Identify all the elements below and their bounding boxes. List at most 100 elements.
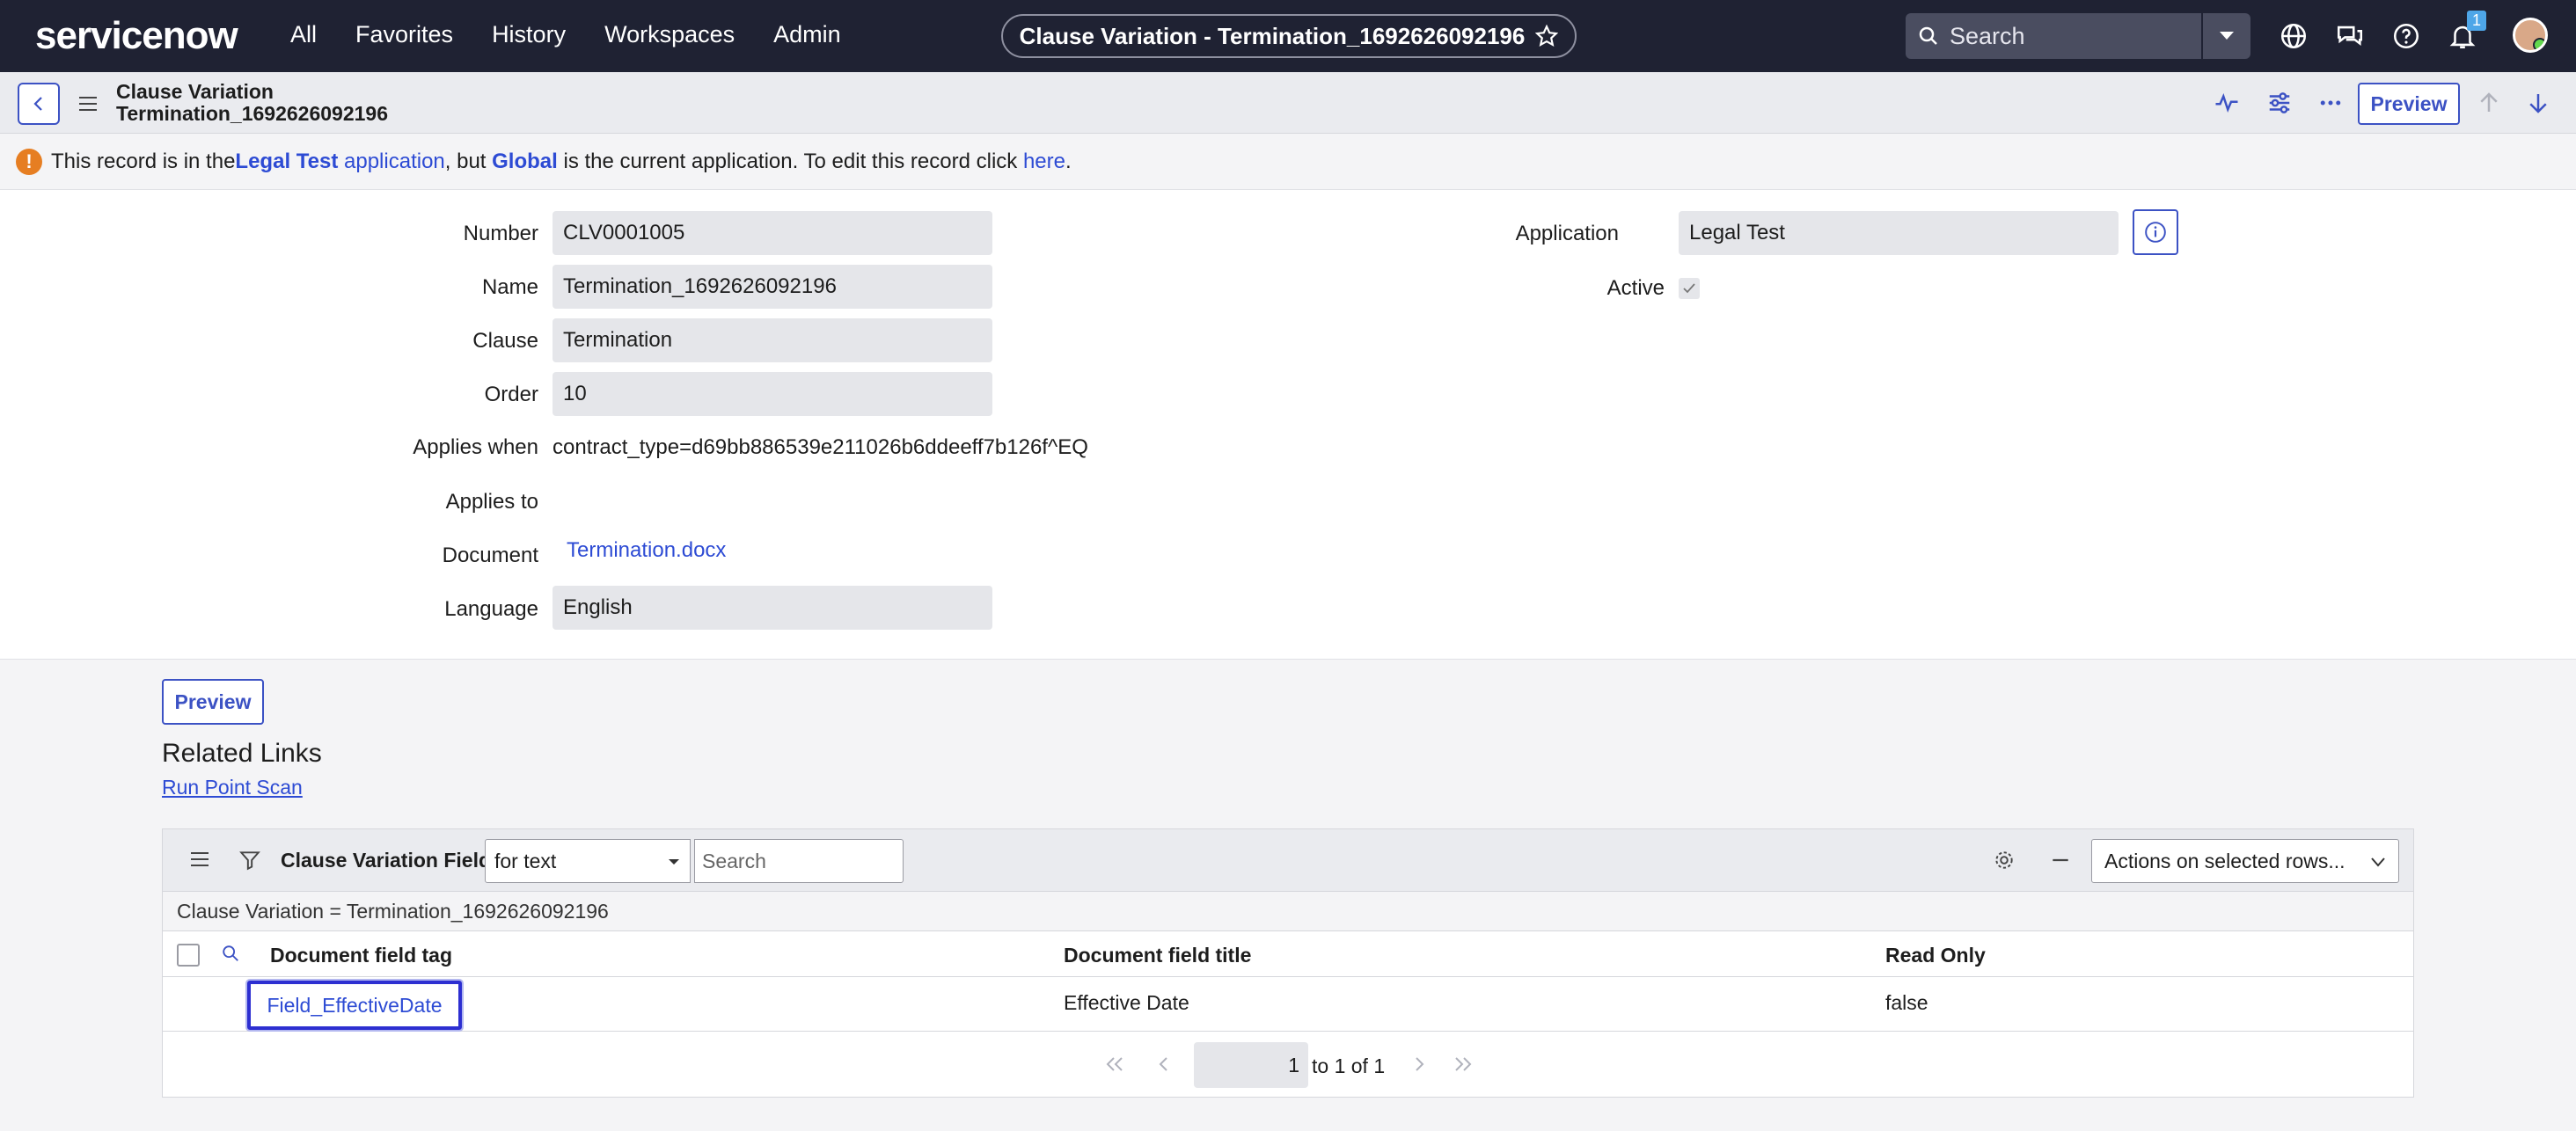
column-read-only[interactable]: Read Only [1885,944,1986,967]
page-number-input[interactable]: 1 [1194,1042,1308,1088]
collapse-icon[interactable] [2049,849,2072,872]
application-field[interactable]: Legal Test [1679,211,2119,255]
clause-field[interactable]: Termination [553,318,992,362]
first-page-icon[interactable] [1104,1054,1125,1074]
last-page-icon[interactable] [1453,1054,1474,1074]
back-button[interactable] [18,83,60,125]
info-icon [2145,222,2166,243]
applies-when-value: contract_type=d69bb886539e211026b6ddeeff… [553,435,1088,459]
column-document-field-title[interactable]: Document field title [1064,944,1251,967]
more-options-icon[interactable] [2317,90,2344,116]
row-tag-text: Field_EffectiveDate [267,993,443,1017]
search-field-value: for text [494,849,557,872]
clause-label: Clause [472,329,538,353]
servicenow-logo[interactable]: servicenow [35,14,238,58]
column-search-icon[interactable] [221,944,240,963]
caret-down-icon [669,859,679,865]
list-column-header: Document field tag Document field title … [163,931,2413,977]
nav-workspaces[interactable]: Workspaces [604,21,735,48]
related-list-clause-variation-fields: Clause Variation Fields for text Search … [162,828,2414,1098]
actions-on-selected-rows-select[interactable]: Actions on selected rows... [2091,839,2399,883]
language-field[interactable]: English [553,586,992,630]
chevron-down-icon [2371,857,2385,867]
banner-text-1: This record is in the [51,149,236,173]
star-icon[interactable] [1535,25,1559,47]
order-label: Order [484,383,538,406]
application-info-button[interactable] [2133,209,2178,255]
gear-icon[interactable] [1993,849,2016,872]
form-header: Clause Variation Termination_16926260921… [0,72,2576,134]
list-pagination: 1 to 1 of 1 [163,1042,2413,1088]
search-placeholder: Search [1950,22,2025,49]
banner-current-app-link[interactable]: Global [492,150,558,174]
related-list-title: Clause Variation Fields [281,849,502,872]
form-title: Clause Variation Termination_16926260921… [116,81,388,125]
page-count-text: to 1 of 1 [1312,1054,1386,1077]
filter-icon[interactable] [238,849,261,872]
active-label: Active [1606,276,1665,300]
list-filter-breadcrumb[interactable]: Clause Variation = Termination_169262609… [163,891,2413,931]
list-menu-icon[interactable] [189,850,210,868]
record-title-pill[interactable]: Clause Variation - Termination_169262609… [1001,14,1577,58]
menu-icon[interactable] [77,95,99,113]
row-field-title: Effective Date [1064,991,1189,1014]
form-title-table: Clause Variation [116,80,274,103]
nav-admin[interactable]: Admin [773,21,841,48]
next-page-icon[interactable] [1410,1054,1428,1074]
run-point-scan-link[interactable]: Run Point Scan [162,776,303,799]
global-search-input[interactable]: Search [1906,13,2201,59]
active-checkbox[interactable] [1679,278,1700,299]
nav-history[interactable]: History [492,21,566,48]
select-all-checkbox[interactable] [177,944,200,967]
help-icon[interactable] [2391,21,2421,51]
document-attachment-link[interactable]: Termination.docx [567,538,726,563]
language-label: Language [444,597,538,621]
table-row: Field_EffectiveDate Effective Date false [163,977,2413,1032]
related-list-header: Clause Variation Fields for text Search … [163,829,2413,891]
chevron-left-icon [33,97,42,111]
banner-app-word[interactable]: application [338,150,445,174]
application-label: Application [1515,222,1619,245]
column-document-field-tag[interactable]: Document field tag [270,944,452,967]
user-avatar[interactable] [2513,18,2548,53]
previous-page-icon[interactable] [1155,1054,1173,1074]
settings-sliders-icon[interactable] [2266,90,2293,116]
number-label: Number [463,222,538,245]
banner-text-4: . [1065,149,1072,173]
activity-icon[interactable] [2214,90,2240,116]
globe-icon[interactable] [2279,21,2309,51]
banner-text-2: , but [444,149,493,173]
field-effectivedate-link[interactable]: Field_EffectiveDate [247,981,462,1030]
logo-text: servicenow [35,14,238,57]
applies-to-label: Applies to [445,490,538,514]
checkmark-icon [1683,283,1695,294]
warning-icon: ! [16,148,42,175]
header-preview-button[interactable]: Preview [2358,83,2460,125]
preview-button[interactable]: Preview [162,679,264,725]
applies-when-label: Applies when [413,435,538,459]
form-title-record: Termination_1692626092196 [116,102,388,125]
top-navigation-bar: servicenow All Favorites History Workspa… [0,0,2576,72]
nav-favorites[interactable]: Favorites [355,21,453,48]
record-form: Number CLV0001005 Name Termination_16926… [0,190,2576,660]
order-field[interactable]: 10 [553,372,992,416]
record-title: Clause Variation - Termination_169262609… [1019,22,1526,49]
chat-icon[interactable] [2335,21,2365,51]
search-scope-dropdown[interactable] [2203,13,2250,59]
banner-app-link[interactable]: Legal Test [235,150,338,174]
actions-select-value: Actions on selected rows... [2104,849,2345,872]
search-field-select[interactable]: for text [485,839,691,883]
application-scope-banner: ! This record is in the Legal Test appli… [0,134,2576,190]
name-field[interactable]: Termination_1692626092196 [553,265,992,309]
related-links-title: Related Links [162,739,322,768]
banner-text-3: is the current application. To edit this… [557,149,1023,173]
search-icon [1919,26,1937,45]
nav-all[interactable]: All [290,21,317,48]
arrow-up-icon[interactable] [2476,90,2502,116]
arrow-down-icon[interactable] [2525,90,2551,116]
name-label: Name [481,275,538,299]
banner-here-link[interactable]: here [1023,150,1065,174]
row-read-only: false [1885,991,1928,1014]
related-list-search-input[interactable]: Search [694,839,904,883]
number-field[interactable]: CLV0001005 [553,211,992,255]
